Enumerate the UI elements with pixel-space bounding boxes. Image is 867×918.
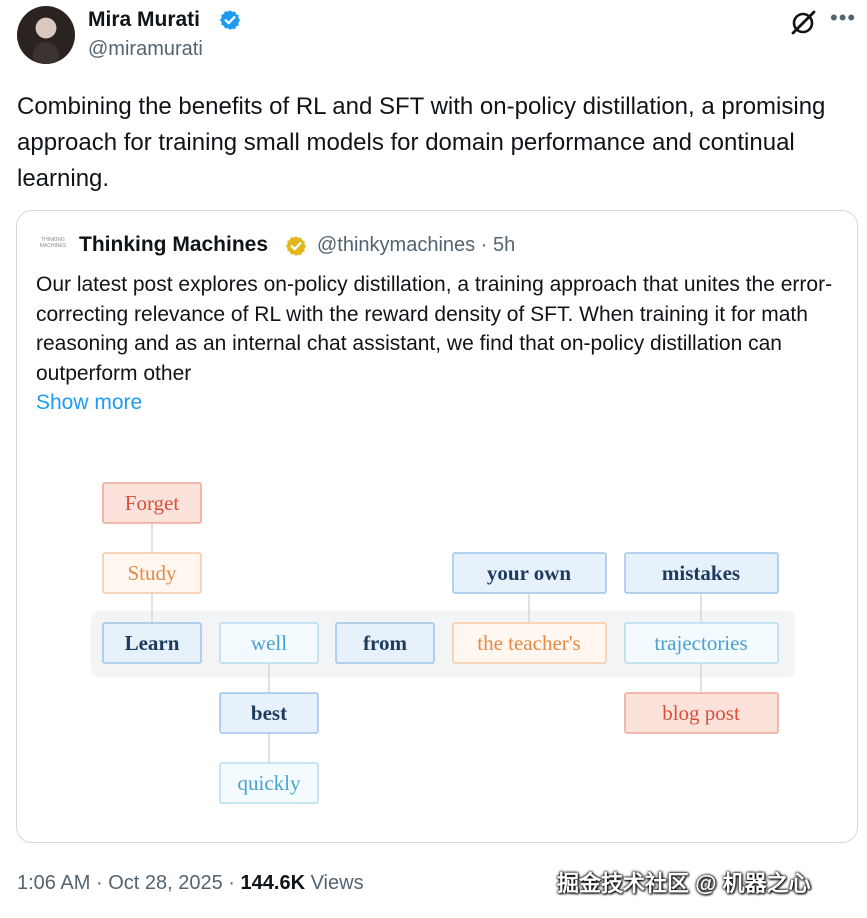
author-handle[interactable]: @miramurati <box>88 38 203 61</box>
watermark: 掘金技术社区 @ 机器之心 <box>557 871 811 896</box>
word-trajectories: trajectories <box>654 631 747 655</box>
tweet-footer: 1:06 AM · Oct 28, 2025 · 144.6K Views <box>17 872 364 895</box>
word-study: Study <box>127 561 177 585</box>
views-count: 144.6K <box>240 872 306 894</box>
footer-separator: · <box>228 872 235 894</box>
footer-separator: · <box>95 872 103 894</box>
word-quickly: quickly <box>238 771 301 795</box>
word-tree-diagram: Forget Study Learn well best quickly fro… <box>91 482 795 804</box>
grok-icon[interactable] <box>789 8 817 36</box>
word-well: well <box>251 631 287 655</box>
verified-badge-icon <box>219 10 241 30</box>
word-from: from <box>363 631 407 655</box>
author-name[interactable]: Mira Murati <box>88 8 200 32</box>
tweet-date[interactable]: Oct 28, 2025 <box>108 872 223 894</box>
more-options-icon[interactable]: ••• <box>830 7 858 36</box>
word-mistakes: mistakes <box>662 561 740 585</box>
author-avatar[interactable] <box>17 6 75 64</box>
word-learn: Learn <box>125 631 180 655</box>
word-your-own: your own <box>487 561 572 585</box>
word-blog-post: blog post <box>662 701 740 725</box>
word-the-teachers: the teacher's <box>477 631 580 655</box>
tweet-time[interactable]: 1:06 AM <box>17 872 90 894</box>
word-forget: Forget <box>125 491 180 515</box>
tweet-text: Combining the benefits of RL and SFT wit… <box>17 93 826 192</box>
views-label: Views <box>310 872 364 894</box>
word-best: best <box>251 701 287 725</box>
quoted-tweet[interactable]: THINKING MACHINES Thinking Machines @thin… <box>16 210 858 843</box>
